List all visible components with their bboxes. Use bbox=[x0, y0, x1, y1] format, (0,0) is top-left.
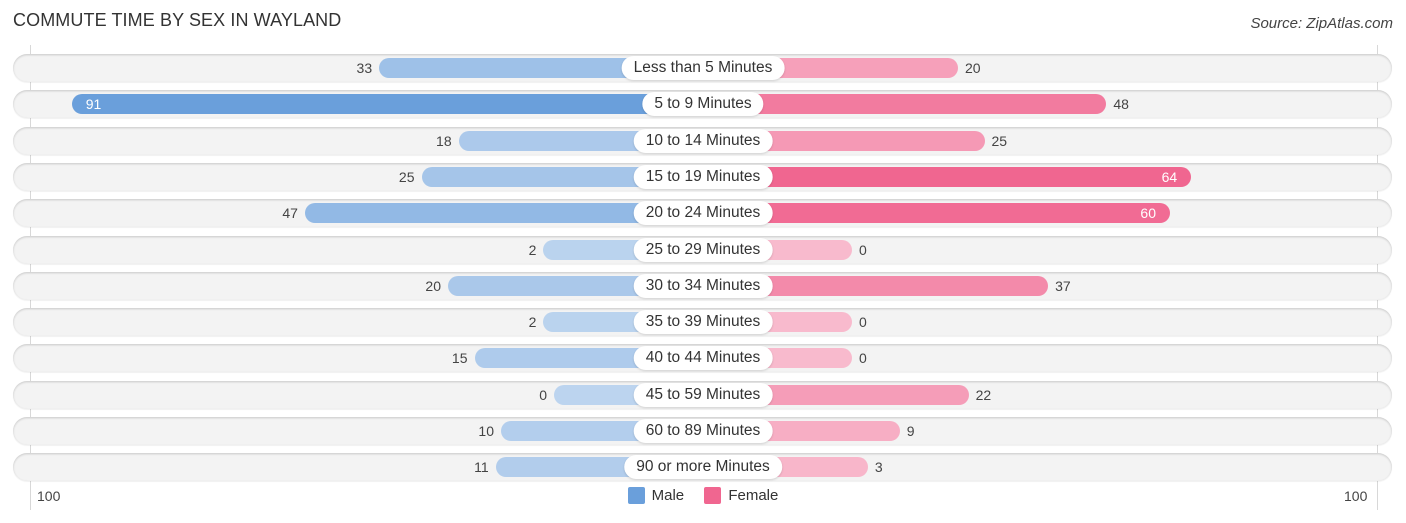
category-label: 20 to 24 Minutes bbox=[633, 201, 773, 226]
value-label-female: 0 bbox=[859, 350, 867, 367]
category-label: 40 to 44 Minutes bbox=[633, 346, 773, 371]
category-label: 30 to 34 Minutes bbox=[633, 273, 773, 298]
legend-label-female: Female bbox=[728, 487, 779, 504]
legend-item-male[interactable]: Male bbox=[627, 487, 685, 504]
value-label-male: 91 bbox=[85, 96, 102, 113]
legend-label-male: Male bbox=[651, 487, 685, 504]
legend-item-female[interactable]: Female bbox=[704, 487, 778, 504]
value-label-male: 47 bbox=[282, 205, 298, 222]
value-label-male: 20 bbox=[425, 277, 441, 294]
category-label: 25 to 29 Minutes bbox=[633, 237, 773, 262]
legend: Male Female bbox=[0, 487, 1406, 508]
value-label-female: 9 bbox=[906, 423, 915, 439]
value-label-male: 18 bbox=[436, 132, 452, 149]
value-label-male: 10 bbox=[478, 423, 494, 439]
category-label: 60 to 89 Minutes bbox=[633, 419, 773, 443]
value-label-male: 33 bbox=[356, 60, 373, 76]
legend-swatch-male bbox=[627, 487, 645, 504]
bar-female[interactable] bbox=[703, 166, 1192, 187]
bar-female[interactable] bbox=[703, 94, 1107, 115]
source-label: Source: ZipAtlas.com bbox=[1250, 15, 1393, 32]
category-label: 45 to 59 Minutes bbox=[633, 382, 773, 407]
value-label-female: 0 bbox=[859, 314, 867, 331]
value-label-male: 2 bbox=[528, 241, 537, 258]
category-label: 15 to 19 Minutes bbox=[633, 164, 773, 189]
value-label-female: 25 bbox=[991, 132, 1008, 149]
value-label-male: 25 bbox=[398, 168, 415, 185]
category-label: Less than 5 Minutes bbox=[621, 56, 785, 80]
category-label: 90 or more Minutes bbox=[624, 455, 782, 480]
bar-male[interactable] bbox=[71, 94, 703, 115]
value-label-male: 2 bbox=[528, 314, 537, 331]
value-label-female: 0 bbox=[859, 241, 867, 258]
value-label-male: 0 bbox=[539, 386, 547, 403]
value-label-female: 64 bbox=[1161, 168, 1178, 185]
bar-female[interactable] bbox=[703, 203, 1170, 224]
category-label: 35 to 39 Minutes bbox=[633, 310, 773, 335]
legend-swatch-female bbox=[704, 487, 722, 504]
value-label-female: 20 bbox=[965, 60, 981, 76]
chart-title: COMMUTE TIME BY SEX IN WAYLAND bbox=[13, 10, 342, 30]
value-label-female: 48 bbox=[1113, 96, 1129, 113]
value-label-female: 37 bbox=[1055, 277, 1071, 294]
category-label: 10 to 14 Minutes bbox=[633, 128, 773, 153]
value-label-male: 11 bbox=[474, 459, 489, 476]
value-label-female: 3 bbox=[874, 459, 883, 476]
value-label-female: 22 bbox=[975, 386, 992, 403]
category-label: 5 to 9 Minutes bbox=[642, 92, 764, 117]
value-label-male: 15 bbox=[451, 350, 468, 367]
value-label-female: 60 bbox=[1140, 205, 1156, 222]
